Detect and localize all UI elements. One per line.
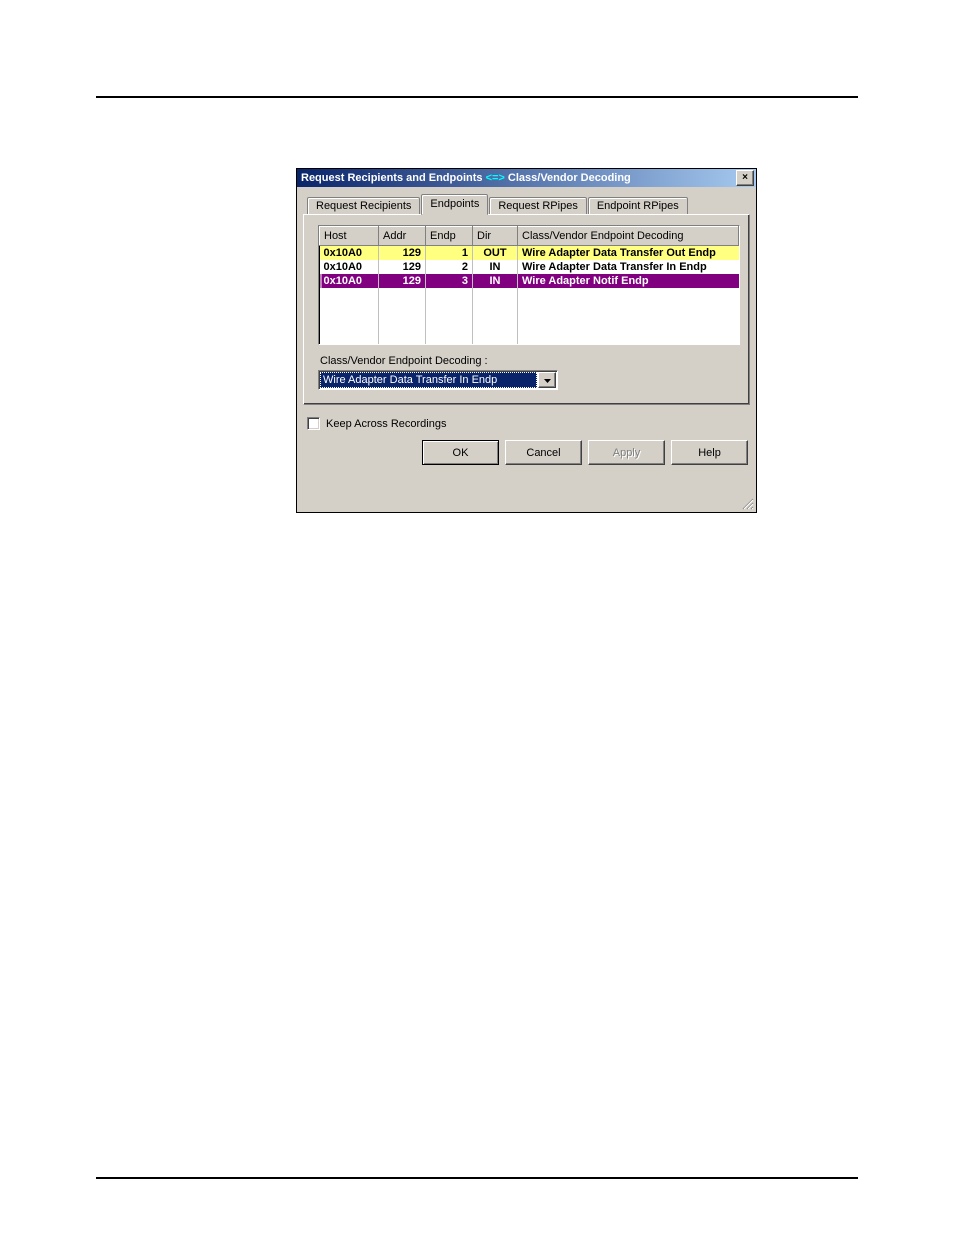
dialog-buttons: OK Cancel Apply Help	[303, 440, 750, 465]
tab-request-recipients[interactable]: Request Recipients	[307, 197, 420, 215]
chevron-down-icon	[544, 374, 551, 386]
decoding-combo-arrow[interactable]	[538, 372, 556, 388]
table-row[interactable]	[320, 302, 739, 316]
keep-across-recordings-label: Keep Across Recordings	[326, 418, 446, 430]
col-endp[interactable]: Endp	[426, 227, 473, 246]
decoding-label: Class/Vendor Endpoint Decoding :	[320, 355, 735, 367]
close-button[interactable]: ×	[736, 170, 754, 186]
tab-panel: Host Addr Endp Dir Class/Vendor Endpoint…	[303, 214, 750, 405]
keep-across-recordings-row: Keep Across Recordings	[307, 417, 750, 430]
tab-label: Endpoint RPipes	[597, 200, 679, 212]
decoding-combo[interactable]: Wire Adapter Data Transfer In Endp	[318, 370, 558, 390]
decoding-combo-value: Wire Adapter Data Transfer In Endp	[320, 372, 537, 388]
table-row[interactable]	[320, 288, 739, 302]
table-row[interactable]: 0x10A0 129 1 OUT Wire Adapter Data Trans…	[320, 246, 739, 261]
page-divider-top	[96, 96, 858, 98]
window-title: Request Recipients and Endpoints <=> Cla…	[301, 172, 631, 184]
keep-across-recordings-checkbox[interactable]	[307, 417, 320, 430]
title-post: Class/Vendor Decoding	[505, 172, 631, 184]
resize-grip-icon	[741, 497, 754, 510]
title-mid: <=>	[486, 172, 505, 184]
col-dir[interactable]: Dir	[473, 227, 518, 246]
tab-label: Endpoints	[430, 198, 479, 210]
tab-request-rpipes[interactable]: Request RPipes	[489, 197, 587, 215]
close-icon: ×	[742, 173, 748, 183]
tab-label: Request RPipes	[498, 200, 578, 212]
col-dec[interactable]: Class/Vendor Endpoint Decoding	[518, 227, 739, 246]
cancel-button[interactable]: Cancel	[505, 440, 582, 465]
tabstrip: Request Recipients Endpoints Request RPi…	[307, 193, 750, 214]
table-row[interactable]	[320, 316, 739, 330]
col-addr[interactable]: Addr	[379, 227, 426, 246]
table-row[interactable]: 0x10A0 129 2 IN Wire Adapter Data Transf…	[320, 260, 739, 274]
ok-button[interactable]: OK	[422, 440, 499, 465]
endpoint-table[interactable]: Host Addr Endp Dir Class/Vendor Endpoint…	[318, 225, 740, 345]
title-pre: Request Recipients and Endpoints	[301, 172, 486, 184]
titlebar[interactable]: Request Recipients and Endpoints <=> Cla…	[297, 169, 756, 187]
tab-endpoint-rpipes[interactable]: Endpoint RPipes	[588, 197, 688, 215]
table-header-row: Host Addr Endp Dir Class/Vendor Endpoint…	[320, 227, 739, 246]
tab-label: Request Recipients	[316, 200, 411, 212]
dialog-client: Request Recipients Endpoints Request RPi…	[297, 187, 756, 512]
help-button[interactable]: Help	[671, 440, 748, 465]
table-row[interactable]	[320, 330, 739, 344]
tab-endpoints[interactable]: Endpoints	[421, 194, 488, 215]
page-divider-bottom	[96, 1177, 858, 1179]
dialog-window: Request Recipients and Endpoints <=> Cla…	[296, 168, 757, 513]
col-host[interactable]: Host	[320, 227, 379, 246]
apply-button: Apply	[588, 440, 665, 465]
table-body: 0x10A0 129 1 OUT Wire Adapter Data Trans…	[320, 246, 739, 345]
resize-grip[interactable]	[741, 497, 754, 510]
table-row[interactable]: 0x10A0 129 3 IN Wire Adapter Notif Endp	[320, 274, 739, 288]
